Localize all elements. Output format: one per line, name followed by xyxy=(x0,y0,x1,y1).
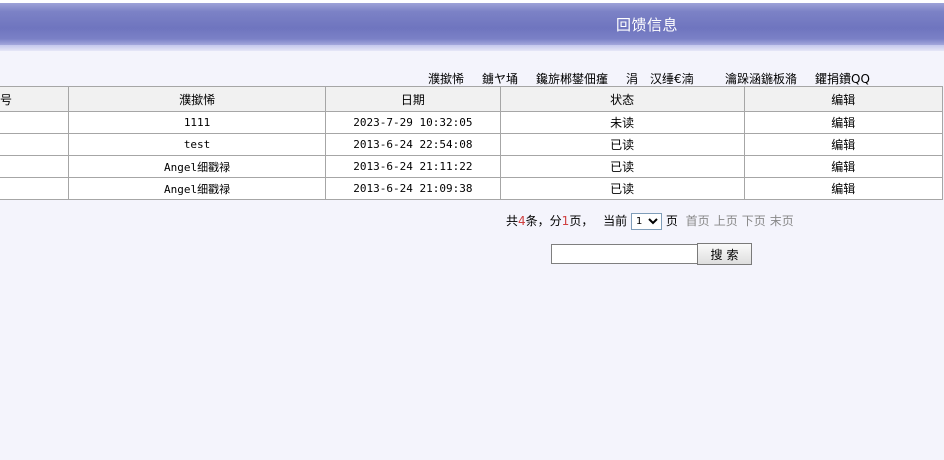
cell-date: 2013-6-24 21:11:22 xyxy=(325,155,501,178)
cell-number xyxy=(0,111,69,134)
last-page-link[interactable]: 末页 xyxy=(770,214,794,228)
cell-name: 1111 xyxy=(67,111,327,134)
table-header-row: 号 濮撳悕 日期 状态 编辑 xyxy=(0,86,944,112)
pager-current-label: 当前 xyxy=(603,214,628,228)
cell-status: 已读 xyxy=(499,155,745,178)
pager-total-count: 4 xyxy=(518,214,526,228)
pagination: 共4条，分1页， 当前 1 页 首页 上页 下页 末页 xyxy=(506,212,794,232)
toolbar-link-7[interactable]: 鑺捐鐨QQ xyxy=(815,70,870,87)
cell-name: Angel细戳禄 xyxy=(67,155,327,178)
column-header-edit: 编辑 xyxy=(743,86,944,112)
pager-total-suffix: 条，分 xyxy=(525,214,562,228)
toolbar-link-4[interactable]: 涓 xyxy=(626,70,638,87)
cell-name: test xyxy=(67,133,327,156)
table-row: 1111 2023-7-29 10:32:05 未读 编辑 xyxy=(0,111,944,134)
feedback-table: 号 濮撳悕 日期 状态 编辑 1111 2023-7-29 10:32:05 未… xyxy=(0,86,944,200)
next-page-link[interactable]: 下页 xyxy=(742,214,766,228)
column-header-date: 日期 xyxy=(325,86,501,112)
pager-page-suffix: 页， xyxy=(569,214,594,228)
first-page-link[interactable]: 首页 xyxy=(686,214,710,228)
toolbar-link-6[interactable]: 瀹跺涵鍦板潃 xyxy=(725,70,797,87)
pager-page-unit: 页 xyxy=(665,214,678,228)
table-row: test 2013-6-24 22:54:08 已读 编辑 xyxy=(0,133,944,156)
column-header-name: 濮撳悕 xyxy=(67,86,327,112)
cell-number xyxy=(0,155,69,178)
cell-name: Angel细戳禄 xyxy=(67,177,327,200)
cell-date: 2013-6-24 21:09:38 xyxy=(325,177,501,200)
search-button[interactable]: 搜索 xyxy=(697,243,752,265)
column-header-status: 状态 xyxy=(499,86,745,112)
edit-link[interactable]: 编辑 xyxy=(743,177,944,200)
cell-number xyxy=(0,177,69,200)
title-bar-stripe xyxy=(0,45,944,51)
cell-date: 2013-6-24 22:54:08 xyxy=(325,133,501,156)
table-row: Angel细戳禄 2013-6-24 21:11:22 已读 编辑 xyxy=(0,155,944,178)
toolbar-link-2[interactable]: 鐪ヤ埇 xyxy=(482,70,518,87)
toolbar-link-3[interactable]: 鑱旂郴鐢佃瘽 xyxy=(536,70,608,87)
table-row: Angel细戳禄 2013-6-24 21:09:38 已读 编辑 xyxy=(0,177,944,200)
page-select[interactable]: 1 xyxy=(631,213,662,230)
pager-total-prefix: 共 xyxy=(506,214,519,228)
cell-date: 2023-7-29 10:32:05 xyxy=(325,111,501,134)
prev-page-link[interactable]: 上页 xyxy=(714,214,738,228)
cell-status: 已读 xyxy=(499,177,745,200)
cell-status: 已读 xyxy=(499,133,745,156)
toolbar-link-1[interactable]: 濮撳悕 xyxy=(428,70,464,87)
edit-link[interactable]: 编辑 xyxy=(743,133,944,156)
cell-number xyxy=(0,133,69,156)
column-header-number: 号 xyxy=(0,86,69,112)
cell-status: 未读 xyxy=(499,111,745,134)
search-input[interactable] xyxy=(551,244,699,264)
edit-link[interactable]: 编辑 xyxy=(743,155,944,178)
page-title: 回馈信息 xyxy=(616,16,679,34)
title-bar-band xyxy=(0,3,944,45)
edit-link[interactable]: 编辑 xyxy=(743,111,944,134)
toolbar: 濮撳悕 鐪ヤ埇 鑱旂郴鐢佃瘽 涓 汉缍€湳 瀹跺涵鍦板潃 鑺捐鐨QQ xyxy=(0,70,944,86)
toolbar-link-5[interactable]: 汉缍€湳 xyxy=(650,70,694,87)
title-bar: 回馈信息 xyxy=(0,0,944,60)
